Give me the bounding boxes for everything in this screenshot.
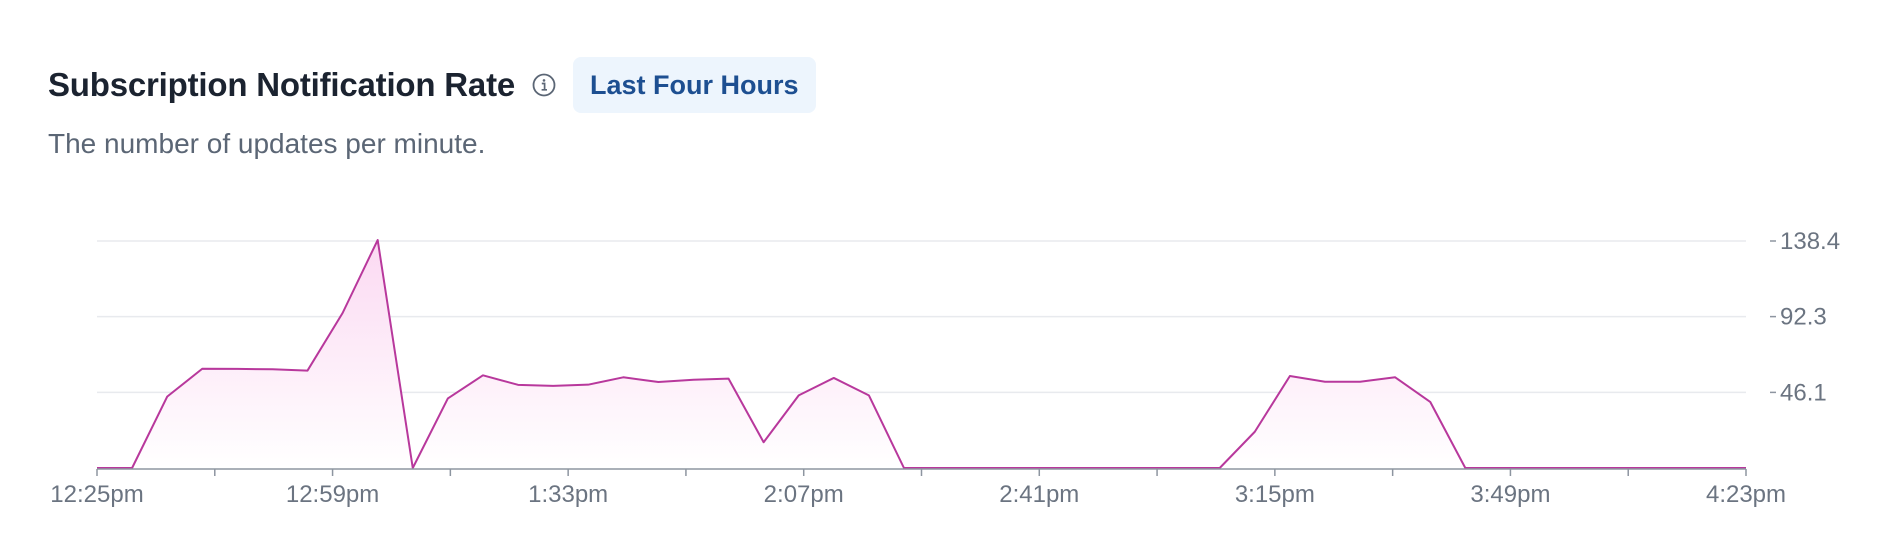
area-chart: 46.1 92.3 138.4 12:25pm 12:59pm 1:33pm 2:07pm 2… — [50, 228, 1840, 508]
x-tick-label: 2:41pm — [999, 481, 1079, 508]
x-tick-label: 4:23pm — [1706, 481, 1786, 508]
x-tick-label: 2:07pm — [764, 481, 844, 508]
x-tick-label: 12:25pm — [50, 481, 143, 508]
series-area — [97, 240, 1746, 468]
x-tick-label: 3:49pm — [1470, 481, 1550, 508]
y-tick-label: 138.4 — [1780, 228, 1840, 255]
x-tick-label: 3:15pm — [1235, 481, 1315, 508]
y-tick-label: 46.1 — [1780, 379, 1827, 406]
y-tick-label: 92.3 — [1780, 304, 1827, 331]
x-tick-label: 1:33pm — [528, 481, 608, 508]
x-tick-label: 12:59pm — [286, 481, 379, 508]
